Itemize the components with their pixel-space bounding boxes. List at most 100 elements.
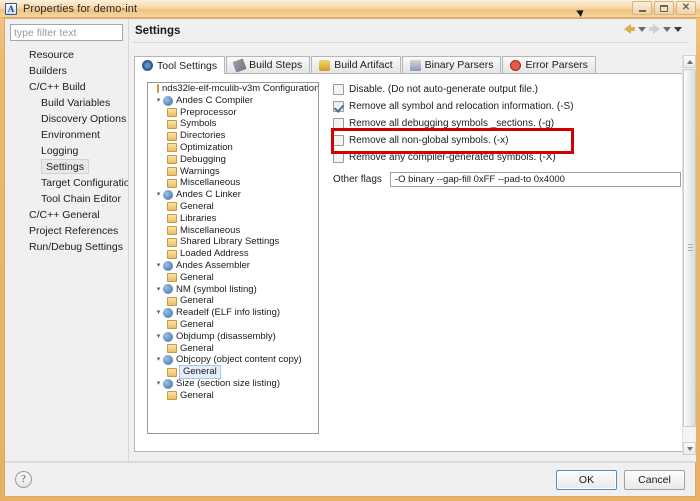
tool-tree-item[interactable]: ▾ Size (section size listing)	[148, 378, 318, 390]
sidebar-item-tool-chain-editor[interactable]: Tool Chain Editor	[5, 191, 128, 207]
back-dropdown-icon[interactable]	[638, 26, 646, 32]
checkbox-unchecked-icon[interactable]	[333, 151, 344, 163]
dialog-footer: ? OK Cancel	[5, 462, 695, 496]
tool-tree-item[interactable]: Preprocessor	[148, 107, 318, 119]
tool-tree-item[interactable]: ▾ Objcopy (object content copy)	[148, 354, 318, 366]
scroll-up-icon[interactable]	[683, 55, 696, 68]
options-column: Disable. (Do not auto-generate output fi…	[333, 82, 681, 187]
checkbox-unchecked-icon[interactable]	[333, 117, 344, 129]
tool-tree-item[interactable]: Libraries	[148, 213, 318, 225]
tool-tree-item[interactable]: General	[148, 390, 318, 402]
tool-tree-item[interactable]: ▾ Andes Assembler	[148, 260, 318, 272]
maximize-icon[interactable]	[654, 1, 674, 15]
tool-tree-item[interactable]: Miscellaneous	[148, 177, 318, 189]
tool-tree-item[interactable]: General	[148, 343, 318, 355]
tool-tree-item[interactable]: General	[148, 295, 318, 307]
settings-pane: Settings Tool Settings Build Steps Build A…	[129, 19, 696, 462]
forward-arrow-icon[interactable]	[649, 24, 660, 34]
tool-tree-item[interactable]: Directories	[148, 130, 318, 142]
sidebar-item-discovery-options[interactable]: Discovery Options	[5, 111, 128, 127]
option-row[interactable]: Remove all non-global symbols. (-x)	[333, 133, 681, 147]
tool-tree-label: nds32le-elf-mculib-v3m Configurations	[162, 83, 319, 94]
folder-icon	[167, 320, 177, 330]
ok-button[interactable]: OK	[556, 470, 617, 490]
cancel-button[interactable]: Cancel	[624, 470, 685, 490]
sidebar-item-settings[interactable]: Settings	[41, 159, 89, 174]
folder-icon	[167, 343, 177, 353]
sidebar-item-resource[interactable]: Resource	[5, 47, 128, 63]
folder-icon	[157, 84, 159, 94]
sidebar-item-target-configuration[interactable]: Target Configuration	[5, 175, 136, 191]
tool-tree-item[interactable]: Loaded Address	[148, 248, 318, 260]
tool-tree-item[interactable]: Symbols	[148, 118, 318, 130]
twisty-expanded-icon[interactable]: ▾	[154, 260, 163, 272]
scrollbar-thumb[interactable]	[683, 69, 696, 427]
folder-icon	[167, 225, 177, 235]
tool-tree-item[interactable]: General	[148, 201, 318, 213]
tab-binary-parsers[interactable]: Binary Parsers	[401, 56, 502, 73]
folder-icon	[167, 202, 177, 212]
twisty-expanded-icon[interactable]: ▾	[154, 378, 163, 390]
folder-icon	[167, 131, 177, 141]
sidebar-item-environment[interactable]: Environment	[5, 127, 128, 143]
wrench-icon	[232, 57, 247, 73]
sidebar-item-c-c-general[interactable]: C/C++ General	[5, 207, 128, 223]
sidebar-item-c-c-build[interactable]: C/C++ Build	[5, 79, 128, 95]
tab-build-artifact[interactable]: Build Artifact	[311, 56, 401, 73]
folder-icon	[167, 367, 177, 377]
window-title: Properties for demo-int	[23, 2, 138, 15]
tool-tree-label: Objdump (disassembly)	[176, 330, 276, 342]
view-menu-icon[interactable]	[674, 26, 682, 32]
tool-tree-item[interactable]: Optimization	[148, 142, 318, 154]
tool-tree-item[interactable]: nds32le-elf-mculib-v3m Configurations	[148, 83, 318, 95]
folder-icon	[167, 214, 177, 224]
tab-label: Binary Parsers	[424, 59, 494, 71]
twisty-expanded-icon[interactable]: ▾	[154, 189, 163, 201]
option-row[interactable]: Remove all symbol and relocation informa…	[333, 99, 681, 113]
tab-label: Build Steps	[249, 59, 303, 71]
option-row[interactable]: Disable. (Do not auto-generate output fi…	[333, 82, 681, 96]
checkbox-unchecked-icon[interactable]	[333, 83, 344, 95]
tool-tree-item[interactable]: ▾ Readelf (ELF info listing)	[148, 307, 318, 319]
forward-dropdown-icon[interactable]	[663, 26, 671, 32]
twisty-expanded-icon[interactable]: ▾	[154, 95, 163, 107]
sidebar-item-project-references[interactable]: Project References	[5, 223, 128, 239]
tool-tree-item[interactable]: ▾ NM (symbol listing)	[148, 284, 318, 296]
back-arrow-icon[interactable]	[624, 24, 635, 34]
tool-tree-item[interactable]: ▾ Andes C Linker	[148, 189, 318, 201]
tool-tree-item[interactable]: Miscellaneous	[148, 225, 318, 237]
filter-input[interactable]: type filter text	[10, 24, 123, 41]
tool-tree-item[interactable]: Warnings	[148, 166, 318, 178]
close-icon[interactable]: ✕	[676, 1, 696, 15]
other-flags-input[interactable]: -O binary --gap-fill 0xFF --pad-to 0x400…	[389, 172, 681, 187]
tool-icon	[163, 378, 173, 389]
tab-tool-settings[interactable]: Tool Settings	[134, 56, 226, 74]
twisty-expanded-icon[interactable]: ▾	[154, 307, 163, 319]
scroll-down-icon[interactable]	[683, 442, 696, 455]
twisty-expanded-icon[interactable]: ▾	[154, 284, 163, 296]
option-row[interactable]: Remove any compiler-generated symbols. (…	[333, 150, 681, 164]
tab-build-steps[interactable]: Build Steps	[226, 56, 311, 73]
tool-tree-item[interactable]: Debugging	[148, 154, 318, 166]
tab-error-parsers[interactable]: Error Parsers	[502, 56, 596, 73]
checkbox-unchecked-icon[interactable]	[333, 134, 344, 146]
minimize-icon[interactable]	[632, 1, 652, 15]
sidebar-item-logging[interactable]: Logging	[5, 143, 128, 159]
sidebar-item-run-debug-settings[interactable]: Run/Debug Settings	[5, 239, 128, 255]
tool-tree[interactable]: nds32le-elf-mculib-v3m Configurations ▾ An…	[147, 82, 319, 434]
help-icon[interactable]: ?	[15, 471, 32, 488]
tool-tree-item[interactable]: ▾ Andes C Compiler	[148, 95, 318, 107]
folder-icon	[167, 178, 177, 188]
tool-tree-item[interactable]: ▾ Objdump (disassembly)	[148, 331, 318, 343]
option-row[interactable]: Remove all debugging symbols _sections. …	[333, 116, 681, 130]
twisty-expanded-icon[interactable]: ▾	[154, 331, 163, 343]
checkbox-checked-icon[interactable]	[333, 100, 344, 112]
sidebar-item-builders[interactable]: Builders	[5, 63, 128, 79]
tool-tree-item[interactable]: General	[148, 319, 318, 331]
settings-scrollbar[interactable]	[682, 55, 696, 455]
tool-tree-item[interactable]: Shared Library Settings	[148, 236, 318, 248]
twisty-expanded-icon[interactable]: ▾	[154, 354, 163, 366]
tool-tree-item[interactable]: General	[148, 272, 318, 284]
tool-tree-item[interactable]: General	[148, 365, 318, 379]
sidebar-item-build-variables[interactable]: Build Variables	[5, 95, 128, 111]
